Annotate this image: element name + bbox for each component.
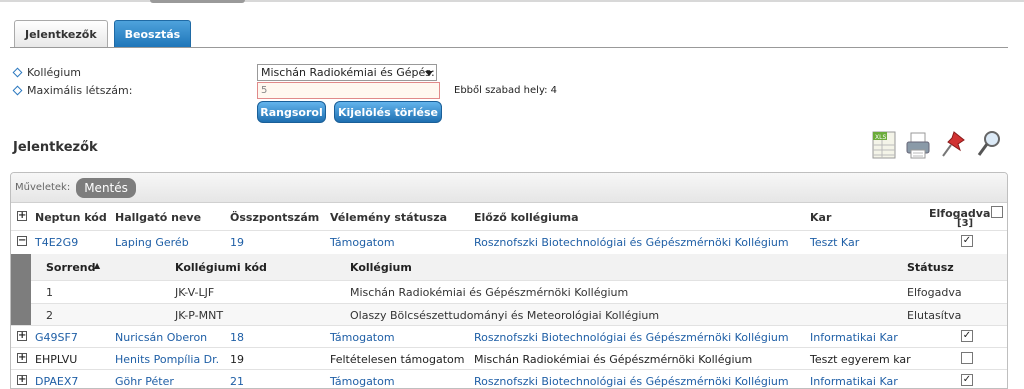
faculty: Informatikai Kar [810,331,898,344]
sub-row: 1 JK-V-LJF Mischán Radiokémiai és Gépész… [31,280,1007,303]
save-button[interactable]: Mentés [76,177,136,198]
neptun-code: DPAEX7 [35,375,79,388]
tab-divider [10,47,1008,48]
free-places-text: Ebből szabad hely: 4 [454,85,558,96]
col-opinion[interactable]: Vélemény státusza [330,211,447,224]
opinion: Támogatom [330,236,395,249]
sub-code: JK-P-MNT [175,309,224,322]
col-score[interactable]: Összpontszám [230,211,319,224]
col-status[interactable]: Státusz [907,261,954,274]
xls-export-icon[interactable]: XLS [870,128,898,160]
col-kollegium[interactable]: Kollégium [350,261,412,274]
tab-beosztas[interactable]: Beosztás [113,20,192,47]
opinion: Támogatom [330,331,395,344]
score: 19 [230,236,244,249]
chevron-down-icon [425,71,433,76]
sub-kollegium: Mischán Radiokémiai és Gépészmérnöki Kol… [350,286,629,299]
kollegium-select[interactable]: Mischán Radiokémiai és Gépés: [257,64,437,81]
sub-table: Sorrend ▲ Kollégiumi kód Kollégium Státu… [11,254,1007,326]
student-name[interactable]: Laping Geréb [115,236,189,249]
accepted-count: [3] [957,218,974,229]
col-neptun[interactable]: Neptun kód [35,211,107,224]
sub-code: JK-V-LJF [175,286,215,299]
faculty: Teszt egyerem kar [810,353,911,366]
table-header: + Neptun kód Hallgató neve Összpontszám … [11,206,1007,230]
top-scroll-tab [150,0,245,3]
student-name[interactable]: Henits Pompília Dr. [115,353,219,366]
tab-jelentkezok[interactable]: Jelentkezők [14,20,108,47]
sub-table-body: Sorrend ▲ Kollégiumi kód Kollégium Státu… [31,254,1007,326]
collapse-icon[interactable]: − [17,236,27,246]
score: 19 [230,353,244,366]
student-name[interactable]: Göhr Péter [115,375,174,388]
sub-kollegium: Olaszy Bölcsészettudományi és Meteorológ… [350,309,660,322]
kollegium-label: Kollégium [12,66,81,79]
operations-bar: Műveletek: Mentés [11,173,1007,203]
prev-kollegium: Mischán Radiokémiai és Gépészmérnöki Kol… [474,353,753,366]
col-kollegium-code[interactable]: Kollégiumi kód [175,261,267,274]
applicants-grid: Műveletek: Mentés + Neptun kód Hallgató … [10,172,1008,389]
prev-kollegium: Rosznofszki Biotechnológiai és Gépészmér… [474,375,789,388]
rangsorol-button[interactable]: Rangsorol [257,101,326,123]
table-row[interactable]: + EHPLVU Henits Pompília Dr. 19 Feltétel… [11,347,1007,370]
sub-status: Elutasítva [907,309,962,322]
accepted-checkbox[interactable]: ✓ [961,235,973,247]
faculty: Informatikai Kar [810,375,898,388]
search-icon[interactable] [975,128,1003,160]
table-row[interactable]: + DPAEX7 Göhr Péter 21 Támogatom Rosznof… [11,369,1007,388]
expand-icon[interactable]: + [17,331,27,341]
neptun-code: G49SF7 [35,331,78,344]
operations-label: Műveletek: [15,182,71,193]
expand-icon[interactable]: + [17,353,27,363]
table-row[interactable]: − T4E2G9 Laping Geréb 19 Támogatom Roszn… [11,230,1007,253]
faculty: Teszt Kar [810,236,860,249]
table-row[interactable]: + G49SF7 Nuricsán Oberon 18 Támogatom Ro… [11,325,1007,348]
score: 21 [230,375,244,388]
sub-status: Elfogadva [907,286,962,299]
col-faculty[interactable]: Kar [810,211,831,224]
col-order[interactable]: Sorrend [46,261,96,274]
sub-table-indent-bar [11,254,31,326]
prev-kollegium: Rosznofszki Biotechnológiai és Gépészmér… [474,331,789,344]
accepted-checkbox[interactable]: ✓ [961,330,973,342]
print-icon[interactable] [904,128,932,160]
expand-icon[interactable]: + [17,375,27,385]
opinion: Feltételesen támogatom [330,353,465,366]
sub-row: 2 JK-P-MNT Olaszy Bölcsészettudományi és… [31,303,1007,326]
clear-selection-button[interactable]: Kijelölés törlése [334,101,442,123]
student-name[interactable]: Nuricsán Oberon [115,331,207,344]
svg-text:XLS: XLS [875,134,886,141]
max-label: Maximális létszám: [12,84,132,97]
tab-bar: Jelentkezők Beosztás [14,20,192,47]
bullet-icon [12,85,23,96]
select-all-checkbox[interactable] [991,206,1003,218]
accepted-checkbox[interactable] [961,352,973,364]
accepted-checkbox[interactable]: ✓ [961,374,973,386]
opinion: Támogatom [330,375,395,388]
neptun-code: T4E2G9 [35,236,79,249]
col-name[interactable]: Hallgató neve [115,211,201,224]
col-prev[interactable]: Előző kollégiuma [474,211,579,224]
neptun-code: EHPLVU [35,353,78,366]
sub-table-header: Sorrend ▲ Kollégiumi kód Kollégium Státu… [31,254,1007,280]
bullet-icon [12,67,23,78]
sort-asc-icon[interactable]: ▲ [94,261,100,270]
max-letszam-input[interactable]: 5 [257,82,440,99]
sub-order: 2 [46,309,53,322]
expand-all-icon[interactable]: + [17,211,27,221]
score: 18 [230,331,244,344]
sub-order: 1 [46,286,53,299]
prev-kollegium: Rosznofszki Biotechnológiai és Gépészmér… [474,236,789,249]
pin-icon[interactable] [940,128,968,160]
section-title: Jelentkezők [13,140,98,155]
